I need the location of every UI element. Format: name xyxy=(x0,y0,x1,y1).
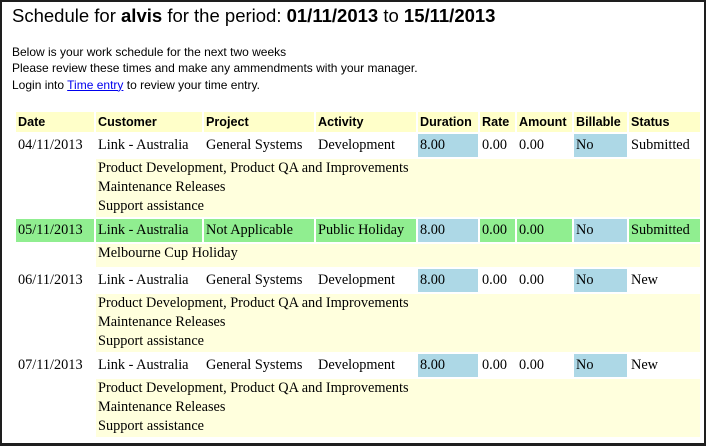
note-line: Maintenance Releases xyxy=(98,399,226,415)
title-middle: for the period: xyxy=(167,5,282,26)
column-header-status: Status xyxy=(629,112,700,132)
intro-line-3-suffix: to review your time entry. xyxy=(126,77,260,92)
cell-customer: Link - Australia xyxy=(96,219,202,242)
cell-project: General Systems xyxy=(204,134,314,157)
schedule-window: Schedule for alvis for the period: 01/11… xyxy=(0,0,706,446)
intro-text: Below is your work schedule for the next… xyxy=(12,44,418,93)
cell-customer: Link - Australia xyxy=(96,269,202,292)
note-line: Maintenance Releases xyxy=(98,314,226,330)
column-header-rate: Rate xyxy=(480,112,515,132)
notes-cell: Product Development, Product QA and Impr… xyxy=(96,159,700,217)
cell-billable: No xyxy=(574,219,627,242)
note-line: Support assistance xyxy=(98,198,205,214)
cell-amount: 0.00 xyxy=(517,134,572,157)
intro-line-2: Please review these times and make any a… xyxy=(12,61,418,76)
cell-status: Submitted xyxy=(629,219,700,242)
cell-customer: Link - Australia xyxy=(96,354,202,377)
notes-cell: Melbourne Cup Holiday xyxy=(96,244,700,267)
cell-date: 04/11/2013 xyxy=(16,134,94,157)
notes-spacer xyxy=(16,379,94,437)
table-row: 04/11/2013 Link - Australia General Syst… xyxy=(16,134,700,157)
table-row: 06/11/2013 Link - Australia General Syst… xyxy=(16,269,700,292)
column-header-date: Date xyxy=(16,112,94,132)
column-header-duration: Duration xyxy=(418,112,478,132)
cell-activity: Development xyxy=(316,269,416,292)
cell-date: 07/11/2013 xyxy=(16,354,94,377)
title-user: alvis xyxy=(121,5,163,26)
cell-activity: Public Holiday xyxy=(316,219,416,242)
title-start-date: 01/11/2013 xyxy=(286,5,379,26)
cell-rate: 0.00 xyxy=(480,354,515,377)
cell-date: 06/11/2013 xyxy=(16,269,94,292)
column-header-customer: Customer xyxy=(96,112,202,132)
column-header-project: Project xyxy=(204,112,314,132)
cell-status: New xyxy=(629,354,700,377)
note-line: Melbourne Cup Holiday xyxy=(98,245,238,261)
notes-row: Product Development, Product QA and Impr… xyxy=(16,159,700,217)
notes-spacer xyxy=(16,244,94,267)
schedule-table: Date Customer Project Activity Duration … xyxy=(14,110,702,439)
notes-row: Product Development, Product QA and Impr… xyxy=(16,294,700,352)
cell-rate: 0.00 xyxy=(480,219,515,242)
note-line: Maintenance Releases xyxy=(98,179,226,195)
notes-spacer xyxy=(16,159,94,217)
cell-project: General Systems xyxy=(204,269,314,292)
cell-customer: Link - Australia xyxy=(96,134,202,157)
page-title: Schedule for alvis for the period: 01/11… xyxy=(12,5,495,27)
cell-amount: 0.00 xyxy=(517,354,572,377)
notes-spacer xyxy=(16,294,94,352)
notes-row: Melbourne Cup Holiday xyxy=(16,244,700,267)
column-header-amount: Amount xyxy=(517,112,572,132)
title-end-date: 15/11/2013 xyxy=(403,5,496,26)
cell-status: Submitted xyxy=(629,134,700,157)
column-header-activity: Activity xyxy=(316,112,416,132)
note-line: Product Development, Product QA and Impr… xyxy=(98,295,409,311)
cell-date: 05/11/2013 xyxy=(16,219,94,242)
note-line: Product Development, Product QA and Impr… xyxy=(98,160,409,176)
cell-duration: 8.00 xyxy=(418,354,478,377)
intro-line-3-prefix: Login into xyxy=(12,77,65,92)
cell-project: General Systems xyxy=(204,354,314,377)
cell-rate: 0.00 xyxy=(480,269,515,292)
intro-line-1: Below is your work schedule for the next… xyxy=(12,45,287,59)
cell-amount: 0.00 xyxy=(517,269,572,292)
note-line: Product Development, Product QA and Impr… xyxy=(98,380,409,396)
table-header-row: Date Customer Project Activity Duration … xyxy=(16,112,700,132)
column-header-billable: Billable xyxy=(574,112,627,132)
title-to: to xyxy=(383,5,399,26)
note-line: Support assistance xyxy=(98,333,205,349)
cell-activity: Development xyxy=(316,134,416,157)
notes-cell: Product Development, Product QA and Impr… xyxy=(96,294,700,352)
cell-duration: 8.00 xyxy=(418,219,478,242)
cell-amount: 0.00 xyxy=(517,219,572,242)
notes-row: Product Development, Product QA and Impr… xyxy=(16,379,700,437)
table-row: 07/11/2013 Link - Australia General Syst… xyxy=(16,354,700,377)
cell-billable: No xyxy=(574,354,627,377)
note-line: Support assistance xyxy=(98,418,205,434)
intro-line-3: Login into Time entry to review your tim… xyxy=(12,77,418,93)
cell-status: New xyxy=(629,269,700,292)
cell-duration: 8.00 xyxy=(418,269,478,292)
table-row-holiday: 05/11/2013 Link - Australia Not Applicab… xyxy=(16,219,700,242)
notes-cell: Product Development, Product QA and Impr… xyxy=(96,379,700,437)
cell-activity: Development xyxy=(316,354,416,377)
cell-duration: 8.00 xyxy=(418,134,478,157)
title-prefix: Schedule for xyxy=(12,5,116,26)
cell-rate: 0.00 xyxy=(480,134,515,157)
cell-project: Not Applicable xyxy=(204,219,314,242)
cell-billable: No xyxy=(574,269,627,292)
cell-billable: No xyxy=(574,134,627,157)
time-entry-link[interactable]: Time entry xyxy=(67,78,123,92)
